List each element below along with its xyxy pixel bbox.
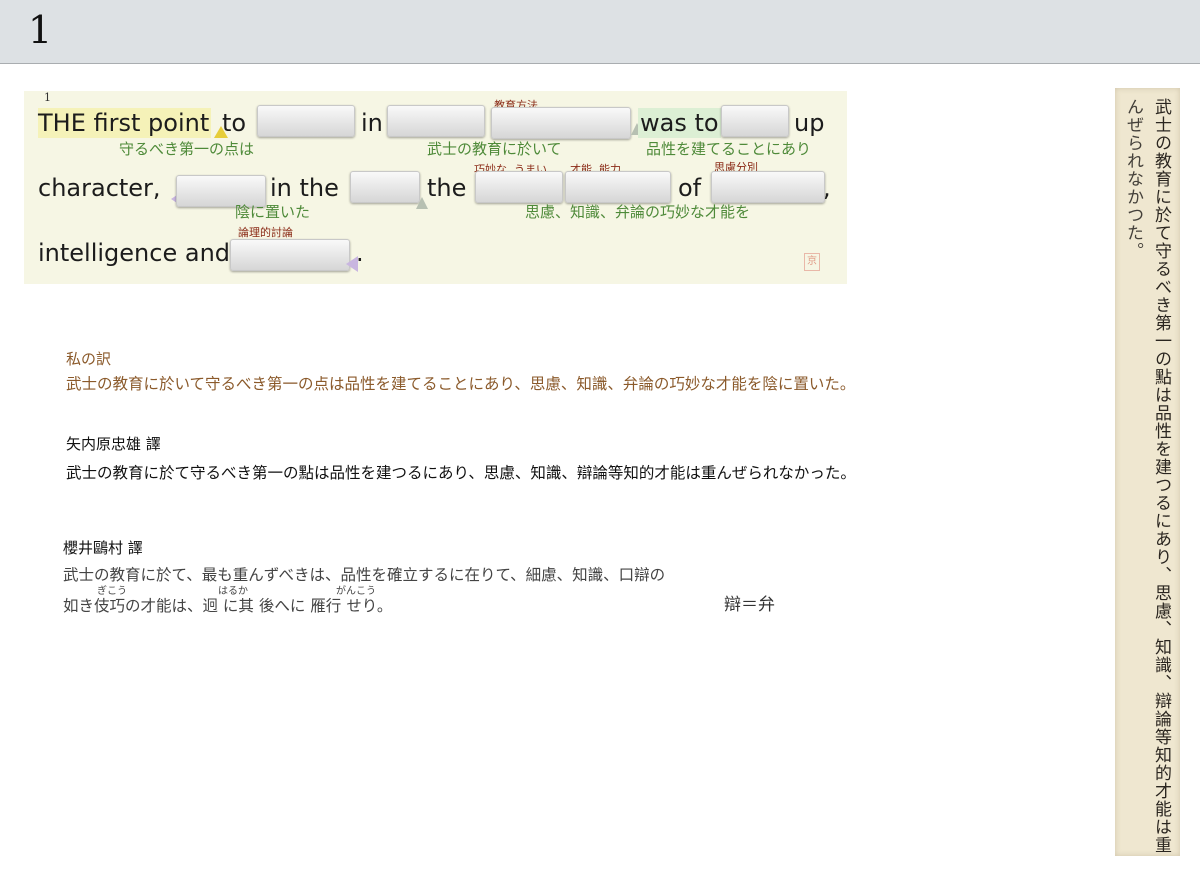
yanaihara-text: 武士の教育に於て守るべき第一の點は品性を建つるにあり、思慮、知識、辯論等知的才能… [66, 464, 856, 482]
study-card: 1 THE first point to in 教育方法 was to up 守… [24, 91, 847, 284]
blank-box[interactable] [230, 239, 350, 271]
my-translation-label: 私の訳 [66, 350, 112, 368]
word-up: up [794, 109, 825, 137]
highlighted-phrase: THE first point [38, 108, 212, 138]
blank-box[interactable] [350, 171, 420, 203]
stamp-icon: 京 [804, 253, 820, 271]
original-column-1: 武士の教育に於て守るべき第一の點は品性を建つるにあり、思慮、知識、辯論等知的才能… [1151, 98, 1171, 854]
blank-box[interactable] [475, 171, 563, 203]
word-intelligence-and: intelligence and [38, 239, 231, 267]
translation-note: 武士の教育に於いて [427, 140, 562, 158]
original-column-2: んぜられなかつた。 [1123, 98, 1143, 260]
blank-box[interactable] [491, 107, 631, 139]
blank-box[interactable] [711, 171, 825, 203]
page-header: 1 [0, 0, 1200, 64]
sakurai-label: 櫻井鷗村 譯 [63, 539, 143, 557]
word-the: the [427, 174, 467, 202]
word-of: of [678, 174, 702, 202]
character-note: 辯＝弁 [724, 595, 775, 615]
page-number: 1 [28, 8, 53, 52]
my-translation-text: 武士の教育に於いて守るべき第一の点は品性を建てることにあり、思慮、知識、弁論の巧… [66, 375, 856, 393]
translation-note: 思慮、知識、弁論の巧妙な才能を [525, 203, 751, 221]
comma: , [823, 174, 831, 202]
blank-box[interactable] [257, 105, 355, 137]
period: . [356, 239, 364, 267]
word-in: in [361, 109, 383, 137]
translation-note: 守るべき第一の点は [119, 140, 255, 158]
sakurai-text-line2: 如き伎巧の才能は、迥 に其 後へに 雁行 せり。 [63, 597, 393, 615]
line-number: 1 [44, 91, 51, 104]
yanaihara-label: 矢内原忠雄 譯 [66, 435, 161, 453]
blank-box[interactable] [387, 105, 485, 137]
blank-box[interactable] [565, 171, 671, 203]
word-character: character, [38, 174, 161, 202]
scanned-original-text: 武士の教育に於て守るべき第一の點は品性を建つるにあり、思慮、知識、辯論等知的才能… [1115, 88, 1180, 856]
word-to: to [222, 109, 247, 137]
word-in-the: in the [270, 174, 339, 202]
word-was-to: was to [638, 108, 721, 138]
vocab-note: 論理的討論 [238, 226, 293, 239]
translation-note: 陰に置いた [235, 203, 311, 221]
translation-note: 品性を建てることにあり [646, 140, 812, 158]
blank-box[interactable] [721, 105, 789, 137]
